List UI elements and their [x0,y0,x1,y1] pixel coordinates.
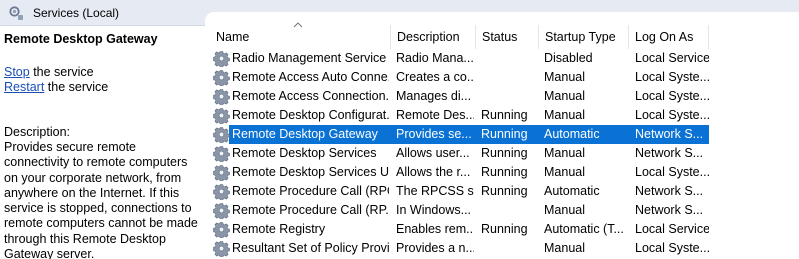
gear-icon [213,88,230,106]
service-log-on-as-cell: Local Syste... [635,70,709,84]
service-name-cell: Remote Desktop Configurat... [232,108,389,122]
service-startup-type-cell: Automatic [544,127,600,141]
service-startup-type-cell: Manual [544,241,585,255]
service-startup-type-cell: Manual [544,108,585,122]
gear-icon [213,107,230,125]
service-name-cell: Remote Desktop Services U... [232,165,389,179]
service-log-on-as-cell: Local Syste... [635,108,709,122]
service-log-on-as-cell: Network S... [635,146,704,160]
service-log-on-as-cell: Network S... [635,184,704,198]
service-name-cell: Remote Procedure Call (RP... [232,203,389,217]
stop-action: Stop the service [4,65,94,79]
service-log-on-as-cell: Local Syste... [635,241,709,255]
gear-icon [213,126,230,144]
service-row[interactable]: Resultant Set of Policy Provi... Provides… [205,239,799,258]
service-row[interactable]: Remote Desktop Configurat... Remote Des..… [205,106,799,125]
service-description-cell: Allows the r... [396,165,471,179]
service-startup-type-cell: Automatic (T... [544,222,624,236]
service-log-on-as-cell: Local Service [635,51,709,65]
service-startup-type-cell: Manual [544,165,585,179]
service-startup-type-cell: Manual [544,89,585,103]
services-rows: Radio Management Service Radio Mana... Dis… [205,49,799,258]
service-details-pane: Remote Desktop Gateway Stop the service … [0,26,205,259]
service-row[interactable]: Remote Access Connection... Manages di...… [205,87,799,106]
service-name-cell: Remote Access Auto Conne... [232,70,389,84]
gear-icon [213,69,230,87]
header-title: Services (Local) [33,6,120,20]
service-status-cell: Running [481,222,528,236]
service-log-on-as-cell: Network S... [635,127,704,141]
restart-action: Restart the service [4,80,108,94]
description-label: Description: [4,125,70,139]
service-status-cell: Running [481,108,528,122]
gear-icon [213,240,230,258]
gear-icon [213,202,230,220]
service-row[interactable]: Remote Registry Enables rem... Running Auto… [205,220,799,239]
restart-suffix: the service [44,80,109,94]
service-log-on-as-cell: Local Syste... [635,165,709,179]
service-name-cell: Resultant Set of Policy Provi... [232,241,389,255]
service-description-cell: Enables rem... [396,222,474,236]
restart-service-link[interactable]: Restart [4,80,44,94]
service-log-on-as-cell: Local Syste... [635,89,709,103]
gear-icon [213,221,230,239]
service-startup-type-cell: Manual [544,146,585,160]
gear-icon [213,183,230,201]
selected-service-name: Remote Desktop Gateway [4,32,158,46]
service-name-cell: Remote Access Connection... [232,89,389,103]
service-description-cell: Provides a n... [396,241,474,255]
service-log-on-as-cell: Local Service [635,222,709,236]
service-description-cell: The RPCSS s... [396,184,474,198]
gear-icon [213,50,230,68]
service-startup-type-cell: Manual [544,70,585,84]
service-row[interactable]: Remote Desktop Services U... Allows the r… [205,163,799,182]
column-header-status[interactable]: Status [476,25,539,49]
service-name-cell: Remote Registry [232,222,326,236]
service-name-cell: Remote Desktop Gateway [232,127,378,141]
service-row[interactable]: Remote Procedure Call (RP... In Windows..… [205,201,799,220]
service-status-cell: Running [481,165,528,179]
service-startup-type-cell: Disabled [544,51,593,65]
service-name-cell: Remote Procedure Call (RPC) [232,184,389,198]
service-row[interactable]: Remote Desktop Services Allows user... Run… [205,144,799,163]
service-startup-type-cell: Automatic [544,184,600,198]
stop-suffix: the service [29,65,94,79]
gear-icon [213,145,230,163]
service-status-cell: Running [481,127,528,141]
gear-icon [213,164,230,182]
service-row[interactable]: Remote Procedure Call (RPC) The RPCSS s..… [205,182,799,201]
service-description-cell: Radio Mana... [396,51,474,65]
service-description-cell: In Windows... [396,203,472,217]
column-header-description[interactable]: Description [391,25,476,49]
description-text: Provides secure remote connectivity to r… [4,140,198,259]
service-description-cell: Creates a co... [396,70,474,84]
column-header-startup-type[interactable]: Startup Type [539,25,629,49]
service-description-cell: Remote Des... [396,108,474,122]
service-startup-type-cell: Manual [544,203,585,217]
service-description-cell: Provides se... [396,127,472,141]
service-row[interactable]: Remote Desktop Gateway Provides se... Runn… [205,125,799,144]
service-description-cell: Manages di... [396,89,472,103]
service-status-cell: Running [481,146,528,160]
services-list: Name Description Status Startup Type Log… [205,12,799,259]
service-name-cell: Radio Management Service [232,51,387,65]
column-header-log-on-as[interactable]: Log On As [629,25,709,49]
service-row[interactable]: Remote Access Auto Conne... Creates a co.… [205,68,799,87]
service-status-cell: Running [481,184,528,198]
column-header-name[interactable]: Name [209,25,391,49]
service-name-cell: Remote Desktop Services [232,146,377,160]
stop-service-link[interactable]: Stop [4,65,30,79]
service-log-on-as-cell: Network S... [635,203,704,217]
services-snapin-icon [9,6,23,20]
service-row[interactable]: Radio Management Service Radio Mana... Dis… [205,49,799,68]
service-description-cell: Allows user... [396,146,470,160]
